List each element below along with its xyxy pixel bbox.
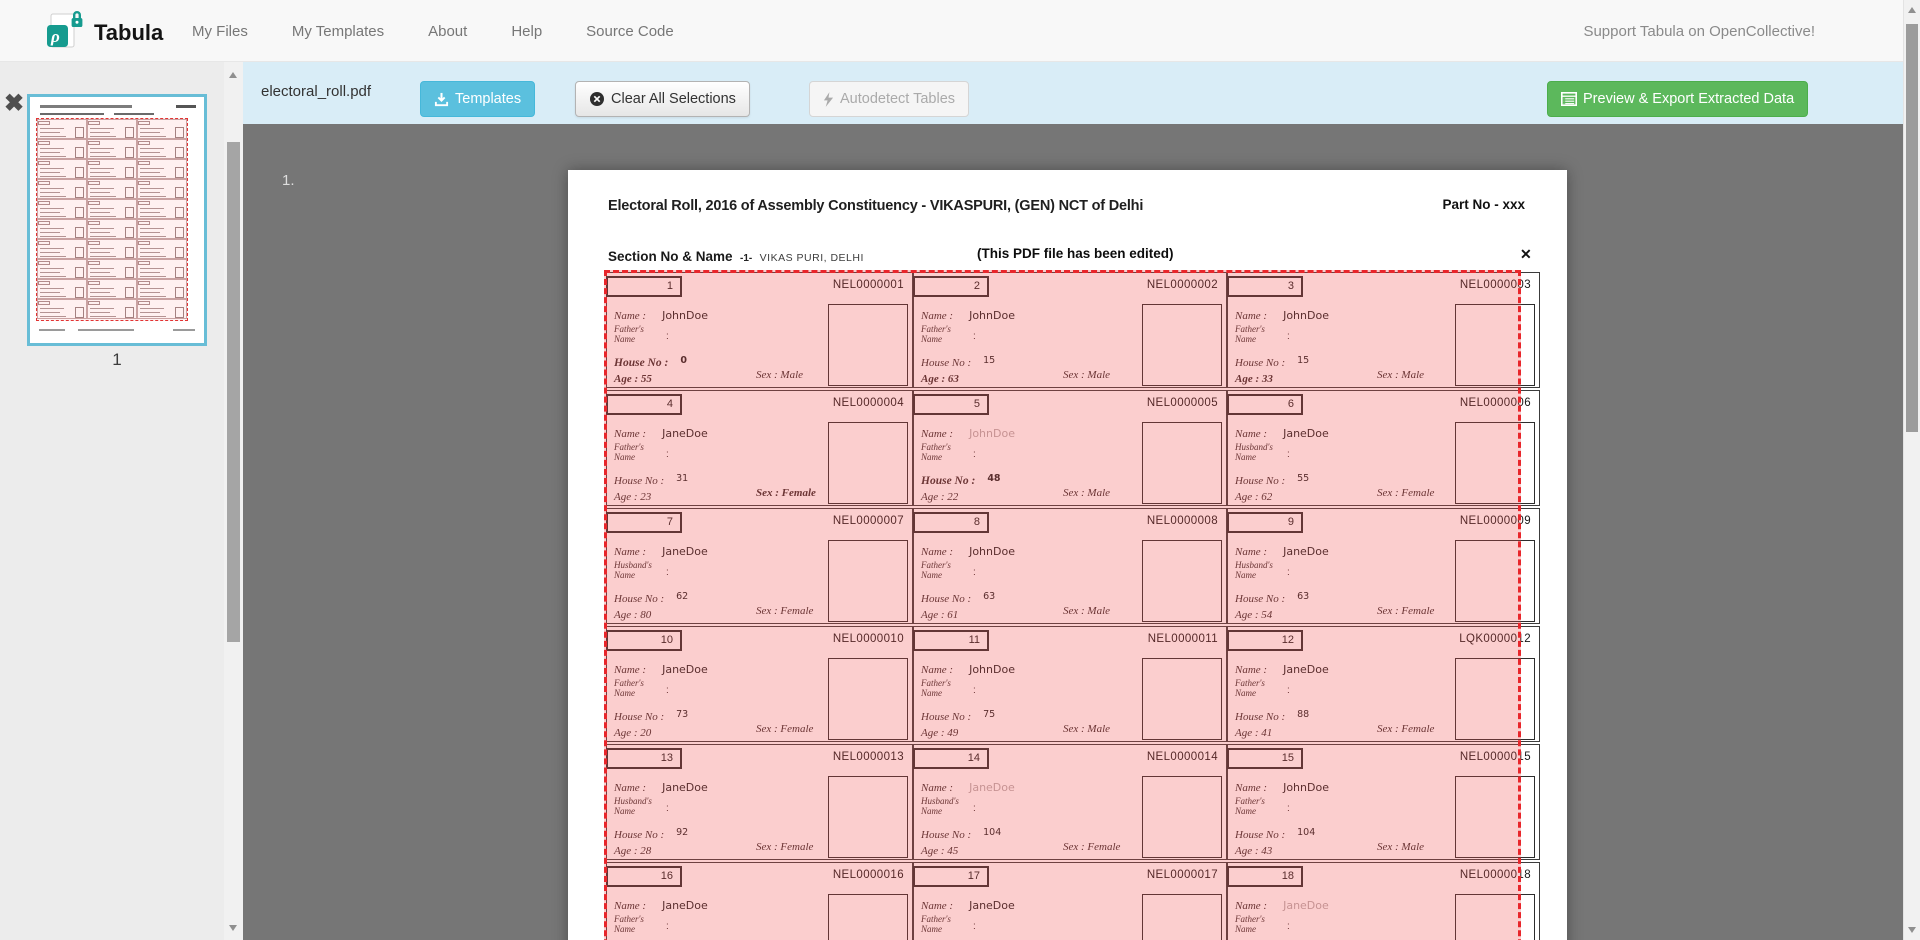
- templates-button-label: Templates: [455, 91, 521, 107]
- autodetect-tables-button[interactable]: Autodetect Tables: [809, 81, 969, 117]
- thumb-partno-line: [176, 105, 196, 108]
- section-header: Section No & Name -1- VIKAS PURI, DELHI: [608, 248, 864, 266]
- remove-page-icon[interactable]: ✖: [4, 92, 24, 116]
- clear-all-selections-button[interactable]: Clear All Selections: [575, 81, 750, 117]
- thumbnail-selection-rect: [36, 118, 188, 321]
- autodetect-button-label: Autodetect Tables: [840, 91, 955, 107]
- scroll-down-icon[interactable]: [1908, 927, 1916, 933]
- window-scrollbar[interactable]: [1903, 0, 1920, 940]
- toolbar: electoral_roll.pdf Templates Clear All S…: [243, 62, 1903, 124]
- brand-title[interactable]: Tabula: [94, 20, 163, 46]
- filename-label: electoral_roll.pdf: [261, 83, 371, 100]
- page-thumbnail-sidebar: ✖ 1: [0, 62, 243, 940]
- thumb-edited-line: [114, 113, 154, 115]
- sidebar-scrollbar[interactable]: [224, 62, 243, 940]
- pdf-page[interactable]: Electoral Roll, 2016 of Assembly Constit…: [568, 170, 1567, 940]
- pdf-title: Electoral Roll, 2016 of Assembly Constit…: [608, 198, 1143, 214]
- templates-button[interactable]: Templates: [420, 81, 535, 117]
- preview-export-button[interactable]: Preview & Export Extracted Data: [1547, 81, 1808, 117]
- page-1-thumbnail[interactable]: [27, 94, 207, 346]
- thumb-title-line: [40, 105, 132, 108]
- remove-circle-icon: [589, 91, 605, 107]
- tabula-app: ρ Tabula My Files My Templates About Hel…: [0, 0, 1920, 940]
- thumb-section-line: [40, 113, 104, 115]
- thumb-footer-line: [78, 329, 134, 331]
- pdf-part-number: Part No - xxx: [1442, 197, 1525, 212]
- nav-link-source-code[interactable]: Source Code: [586, 23, 674, 40]
- page-marker: 1.: [282, 172, 295, 189]
- selection-close-icon[interactable]: ✕: [1520, 246, 1532, 263]
- export-button-label: Preview & Export Extracted Data: [1583, 91, 1794, 107]
- scroll-up-icon[interactable]: [1908, 7, 1916, 13]
- thumb-footer-line: [173, 329, 195, 331]
- scroll-up-icon[interactable]: [229, 72, 237, 78]
- nav-link-my-files[interactable]: My Files: [192, 23, 248, 40]
- document-canvas: 1. Electoral Roll, 2016 of Assembly Cons…: [243, 124, 1903, 940]
- svg-text:ρ: ρ: [50, 27, 60, 46]
- nav-link-help[interactable]: Help: [511, 23, 542, 40]
- nav-right: Support Tabula on OpenCollective!: [1583, 0, 1815, 62]
- pdf-edited-note: (This PDF file has been edited): [977, 246, 1174, 261]
- section-label: Section No & Name: [608, 249, 733, 264]
- navbar: ρ Tabula My Files My Templates About Hel…: [0, 0, 1903, 62]
- nav-link-my-templates[interactable]: My Templates: [292, 23, 384, 40]
- scroll-down-icon[interactable]: [229, 925, 237, 931]
- section-value: VIKAS PURI, DELHI: [760, 252, 864, 264]
- save-template-icon: [434, 92, 449, 107]
- nav-link-about[interactable]: About: [428, 23, 467, 40]
- window-scrollbar-thumb[interactable]: [1906, 24, 1918, 432]
- thumb-footer-line: [39, 329, 65, 331]
- nav-links: My Files My Templates About Help Source …: [192, 0, 674, 62]
- tabula-logo-icon: ρ: [44, 8, 84, 57]
- table-list-icon: [1561, 92, 1577, 106]
- support-link[interactable]: Support Tabula on OpenCollective!: [1583, 23, 1815, 40]
- brand[interactable]: ρ Tabula: [44, 8, 163, 57]
- sidebar-scrollbar-thumb[interactable]: [227, 142, 240, 642]
- lightning-icon: [823, 92, 834, 107]
- page-number-label: 1: [27, 350, 207, 370]
- table-selection-overlay[interactable]: [604, 270, 1521, 940]
- clear-button-label: Clear All Selections: [611, 91, 736, 107]
- section-number: -1-: [740, 253, 752, 264]
